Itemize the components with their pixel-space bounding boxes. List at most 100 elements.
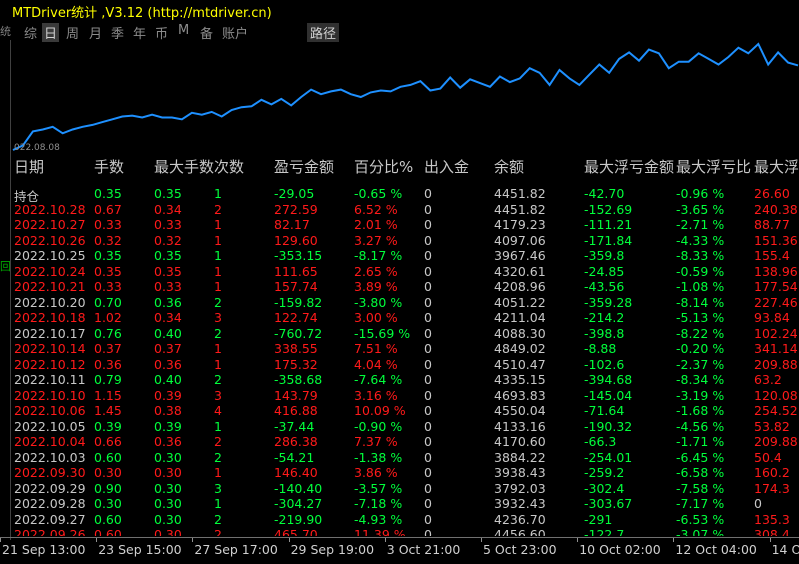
cell-max-lots: 0.33 xyxy=(154,279,182,294)
cell-pct: 6.52 % xyxy=(354,201,398,217)
cell-date: 2022.10.24 xyxy=(14,263,86,279)
time-axis-tick xyxy=(96,538,98,542)
cell-last: 177.54 xyxy=(754,279,798,294)
cell-pnl: -353.15 xyxy=(274,248,323,263)
table-row: 2022.10.04 0.66 0.36 2 286.38 7.37 % 0 4170.60 -… xyxy=(14,434,799,450)
cell-inout: 0 xyxy=(424,372,432,387)
table-row: 2022.09.30 0.30 0.30 1 146.40 3.86 % 0 3938.43 -… xyxy=(14,465,799,481)
time-axis-label: 21 Sep 13:00 xyxy=(2,542,86,557)
cell-pnl: -54.21 xyxy=(274,449,315,465)
cell-max-float-pct: -8.22 % xyxy=(676,325,725,341)
cell-lots: 1.15 xyxy=(94,387,122,403)
cell-lots: 0.33 xyxy=(94,279,122,294)
cell-pct: 7.37 % xyxy=(354,434,398,449)
cell-pct: 3.00 % xyxy=(354,310,398,325)
cell-pnl: 286.38 xyxy=(274,434,318,449)
cell-count: 1 xyxy=(214,418,222,434)
cell-inout: 0 xyxy=(424,341,432,356)
cell-max-float: -24.85 xyxy=(584,263,625,279)
cell-pct: 2.65 % xyxy=(354,263,398,279)
cell-max-lots: 0.40 xyxy=(154,372,182,387)
time-axis-label: 10 Oct 02:00 xyxy=(579,542,661,557)
cell-pct: -7.18 % xyxy=(354,496,403,511)
cell-max-float-pct: -4.33 % xyxy=(676,232,725,248)
cell-date: 2022.10.05 xyxy=(14,418,86,434)
cell-lots: 0.90 xyxy=(94,480,122,496)
cell-pct: -4.93 % xyxy=(354,511,403,527)
cell-max-float-pct: -4.56 % xyxy=(676,418,725,434)
cell-inout: 0 xyxy=(424,279,432,294)
cell-inout: 0 xyxy=(424,201,432,217)
cell-count: 2 xyxy=(214,449,222,465)
time-axis-label: 29 Sep 19:00 xyxy=(290,542,375,557)
cell-max-lots: 0.34 xyxy=(154,201,182,217)
cell-inout: 0 xyxy=(424,217,432,232)
cell-date: 2022.09.28 xyxy=(14,496,86,511)
cell-balance: 4693.83 xyxy=(494,387,546,403)
cell-pnl: 111.65 xyxy=(274,263,318,279)
cell-max-float: -303.67 xyxy=(584,496,633,511)
cell-max-float: -291 xyxy=(584,511,613,527)
cell-count: 3 xyxy=(214,310,222,325)
cell-balance: 3932.43 xyxy=(494,496,546,511)
time-axis-tick xyxy=(288,538,290,542)
cell-last: 155.4 xyxy=(754,248,790,263)
cell-lots: 0.39 xyxy=(94,418,122,434)
cell-count: 2 xyxy=(214,511,222,527)
cell-pnl: 175.32 xyxy=(274,356,318,372)
time-axis-label: 3 Oct 21:00 xyxy=(386,542,461,557)
cell-count: 1 xyxy=(214,465,222,480)
cell-date: 2022.10.03 xyxy=(14,449,86,465)
table-row: 2022.09.26 0.60 0.30 2 465.70 11.39 % 0 4456.60… xyxy=(14,527,799,536)
cell-date: 2022.10.14 xyxy=(14,341,86,356)
cell-last: 138.96 xyxy=(754,263,798,279)
cell-max-lots: 0.38 xyxy=(154,403,182,418)
cell-max-float-pct: -2.37 % xyxy=(676,356,725,372)
cell-last: 93.84 xyxy=(754,310,790,325)
cell-max-float: -71.64 xyxy=(584,403,625,418)
cell-inout: 0 xyxy=(424,263,432,279)
cell-max-float-pct: -8.14 % xyxy=(676,294,725,310)
time-axis-tick xyxy=(192,538,194,542)
cell-max-float: -102.6 xyxy=(584,356,625,372)
time-axis-tick xyxy=(577,538,579,542)
cell-pct: -1.38 % xyxy=(354,449,403,465)
header-lots: 手数 xyxy=(94,158,125,176)
cell-last: 240.38 xyxy=(754,201,798,217)
cell-date: 2022.10.17 xyxy=(14,325,86,341)
header-balance: 余额 xyxy=(494,158,525,176)
cell-max-float: -171.84 xyxy=(584,232,633,248)
cell-balance: 4456.60 xyxy=(494,527,546,536)
cell-lots: 0.36 xyxy=(94,356,122,372)
cell-pnl: 157.74 xyxy=(274,279,318,294)
cell-pct: 3.27 % xyxy=(354,232,398,248)
time-axis-tick xyxy=(769,538,771,542)
cell-pnl: -159.82 xyxy=(274,294,323,310)
cell-lots: 0.35 xyxy=(94,248,122,263)
cell-inout: 0 xyxy=(424,387,432,403)
header-inout: 出入金 xyxy=(424,158,470,176)
cell-balance: 4051.22 xyxy=(494,294,546,310)
table-row: 持仓 0.35 0.35 1 -29.05 -0.65 % 0 4451.82 -42.70 -0… xyxy=(14,186,799,204)
tab-m[interactable]: M xyxy=(178,23,189,38)
cell-count: 2 xyxy=(214,325,222,341)
cell-balance: 4510.47 xyxy=(494,356,546,372)
cell-max-float: -42.70 xyxy=(584,186,625,201)
table-row: 2022.10.06 1.45 0.38 4 416.88 10.09 % 0 4550.04… xyxy=(14,403,799,419)
cell-max-float: -66.3 xyxy=(584,434,617,449)
cell-balance: 4211.04 xyxy=(494,310,546,325)
cell-max-lots: 0.30 xyxy=(154,496,182,511)
cell-count: 2 xyxy=(214,527,222,536)
cell-max-float: -394.68 xyxy=(584,372,633,387)
window-title: MTDriver统计 ,V3.12 (http://mtdriver.cn) xyxy=(12,6,272,21)
cell-last: 151.36 xyxy=(754,232,798,248)
time-axis-label: 14 Oc xyxy=(771,542,799,557)
header-pct: 百分比% xyxy=(354,158,414,176)
cell-lots: 0.35 xyxy=(94,186,122,201)
time-axis-label: 23 Sep 15:00 xyxy=(98,542,182,557)
time-axis: 21 Sep 13:00 23 Sep 15:00 27 Sep 17:00 29 S… xyxy=(0,537,799,562)
table-row: 2022.10.17 0.76 0.40 2 -760.72 -15.69 % 0 4088.… xyxy=(14,326,799,342)
cell-count: 1 xyxy=(214,279,222,294)
cell-date: 2022.10.18 xyxy=(14,310,86,325)
cell-pnl: 416.88 xyxy=(274,403,318,418)
